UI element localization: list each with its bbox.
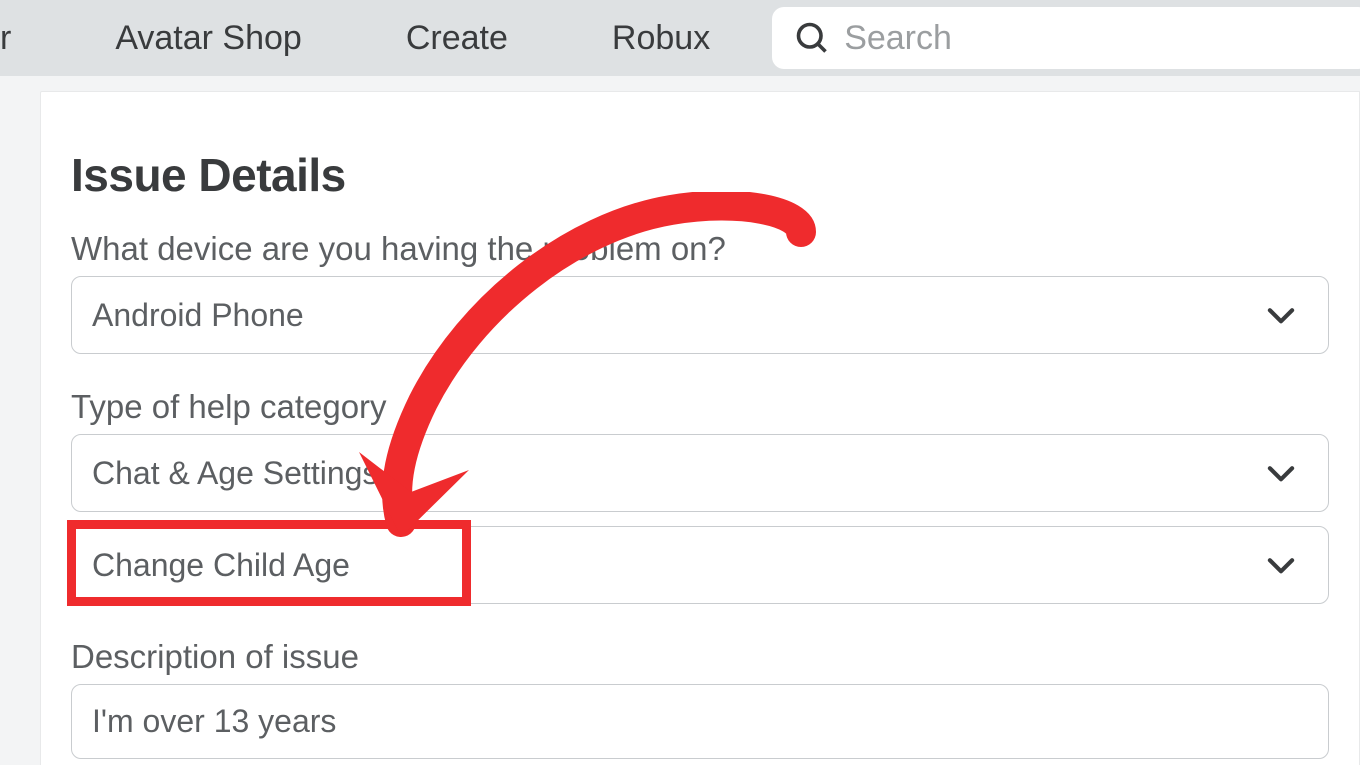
description-label: Description of issue [71, 638, 1329, 676]
search-container[interactable] [772, 7, 1360, 69]
search-icon [794, 20, 830, 56]
nav-item-robux[interactable]: Robux [560, 19, 762, 58]
nav-item-avatar-shop[interactable]: Avatar Shop [63, 19, 354, 58]
device-label: What device are you having the problem o… [71, 230, 1329, 268]
category-label: Type of help category [71, 388, 1329, 426]
description-value: I'm over 13 years [92, 703, 336, 739]
page-body: Issue Details What device are you having… [0, 76, 1360, 765]
device-select[interactable]: Android Phone [71, 276, 1329, 354]
description-textarea[interactable]: I'm over 13 years [71, 684, 1329, 759]
category-select-value: Chat & Age Settings [92, 455, 378, 492]
category-select[interactable]: Chat & Age Settings [71, 434, 1329, 512]
chevron-down-icon [1262, 296, 1300, 334]
top-navbar: r Avatar Shop Create Robux [0, 0, 1360, 76]
search-input[interactable] [844, 19, 1348, 58]
subcategory-select[interactable]: Change Child Age [71, 526, 1329, 604]
subcategory-select-value: Change Child Age [92, 547, 350, 584]
form-card: Issue Details What device are you having… [40, 91, 1360, 765]
nav-item-partial[interactable]: r [0, 19, 63, 58]
chevron-down-icon [1262, 454, 1300, 492]
device-select-value: Android Phone [92, 297, 304, 334]
chevron-down-icon [1262, 546, 1300, 584]
page-title: Issue Details [71, 148, 1329, 202]
nav-item-create[interactable]: Create [354, 19, 560, 58]
